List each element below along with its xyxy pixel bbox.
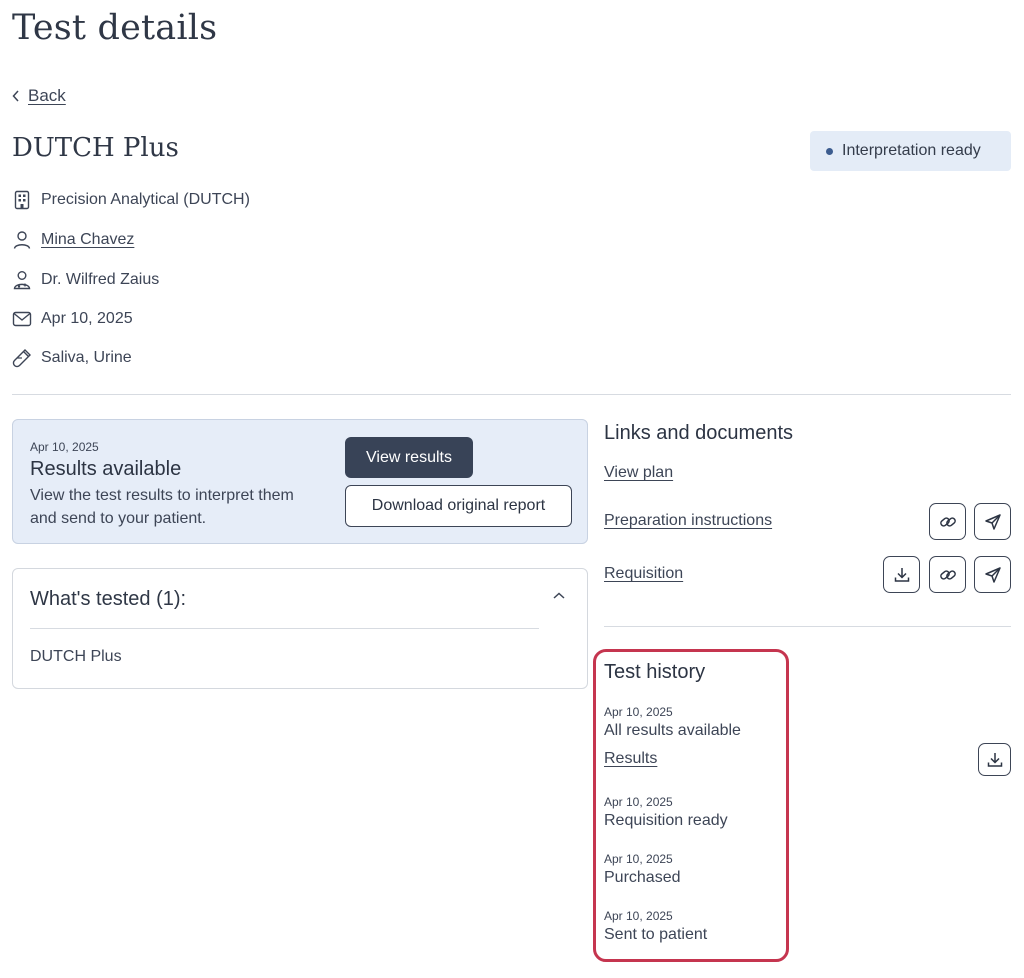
status-label: Interpretation ready bbox=[842, 142, 981, 159]
chevron-up-icon[interactable] bbox=[552, 591, 566, 601]
mail-icon bbox=[12, 309, 32, 329]
test-tube-icon bbox=[12, 348, 32, 368]
divider bbox=[12, 394, 1011, 395]
link-icon bbox=[939, 569, 956, 580]
status-badge: Interpretation ready bbox=[810, 131, 1011, 171]
copy-link-button[interactable] bbox=[929, 503, 966, 540]
provider-row: Dr. Wilfred Zaius bbox=[12, 270, 159, 290]
status-dot bbox=[826, 147, 833, 155]
download-results-button[interactable] bbox=[978, 743, 1011, 776]
doctor-icon bbox=[12, 270, 32, 290]
provider-name: Dr. Wilfred Zaius bbox=[41, 271, 160, 288]
view-plan-link[interactable]: View plan bbox=[604, 464, 673, 482]
history-results-link[interactable]: Results bbox=[604, 750, 657, 768]
download-icon bbox=[894, 567, 909, 582]
history-date: Apr 10, 2025 bbox=[604, 795, 673, 809]
order-date: Apr 10, 2025 bbox=[41, 310, 133, 327]
history-date: Apr 10, 2025 bbox=[604, 705, 673, 719]
patient-row: Mina Chavez bbox=[12, 230, 134, 250]
whats-tested-card: What's tested (1): DUTCH Plus bbox=[12, 568, 588, 689]
lab-name: Precision Analytical (DUTCH) bbox=[41, 191, 250, 208]
tested-item: DUTCH Plus bbox=[30, 648, 122, 665]
send-icon bbox=[984, 566, 1001, 583]
test-name: DUTCH Plus bbox=[12, 133, 179, 163]
page-title: Test details bbox=[12, 8, 218, 48]
results-title: Results available bbox=[30, 458, 182, 480]
lab-row: Precision Analytical (DUTCH) bbox=[12, 190, 250, 210]
history-date: Apr 10, 2025 bbox=[604, 909, 673, 923]
download-requisition-button[interactable] bbox=[883, 556, 920, 593]
links-divider bbox=[604, 626, 1011, 627]
patient-link[interactable]: Mina Chavez bbox=[41, 231, 134, 249]
user-icon bbox=[12, 230, 32, 250]
history-date: Apr 10, 2025 bbox=[604, 852, 673, 866]
whats-tested-divider bbox=[30, 628, 539, 629]
back-link[interactable]: Back bbox=[28, 86, 66, 106]
building-icon bbox=[12, 190, 32, 210]
preparation-instructions-link[interactable]: Preparation instructions bbox=[604, 512, 772, 530]
back-link-group[interactable]: Back bbox=[12, 86, 66, 106]
send-button[interactable] bbox=[974, 503, 1011, 540]
view-results-button[interactable]: View results bbox=[345, 437, 473, 478]
link-icon bbox=[939, 516, 956, 527]
test-history-heading: Test history bbox=[604, 661, 706, 683]
date-row: Apr 10, 2025 bbox=[12, 309, 133, 329]
results-card: Apr 10, 2025 Results available View the … bbox=[12, 419, 588, 544]
sample-row: Saliva, Urine bbox=[12, 348, 132, 368]
history-label: Requisition ready bbox=[604, 812, 728, 829]
send-icon bbox=[984, 513, 1001, 530]
history-label: Sent to patient bbox=[604, 926, 708, 943]
send-requisition-button[interactable] bbox=[974, 556, 1011, 593]
links-heading: Links and documents bbox=[604, 422, 794, 444]
history-label: Purchased bbox=[604, 869, 681, 886]
results-description: View the test results to interpret them … bbox=[30, 487, 294, 527]
sample-types: Saliva, Urine bbox=[41, 349, 132, 366]
chevron-left-icon bbox=[12, 90, 19, 102]
download-report-button[interactable]: Download original report bbox=[345, 485, 572, 527]
whats-tested-title: What's tested (1): bbox=[30, 588, 187, 610]
download-icon bbox=[987, 752, 1002, 767]
requisition-link[interactable]: Requisition bbox=[604, 565, 683, 583]
copy-requisition-link-button[interactable] bbox=[929, 556, 966, 593]
history-label: All results available bbox=[604, 722, 741, 739]
results-date: Apr 10, 2025 bbox=[30, 440, 99, 454]
